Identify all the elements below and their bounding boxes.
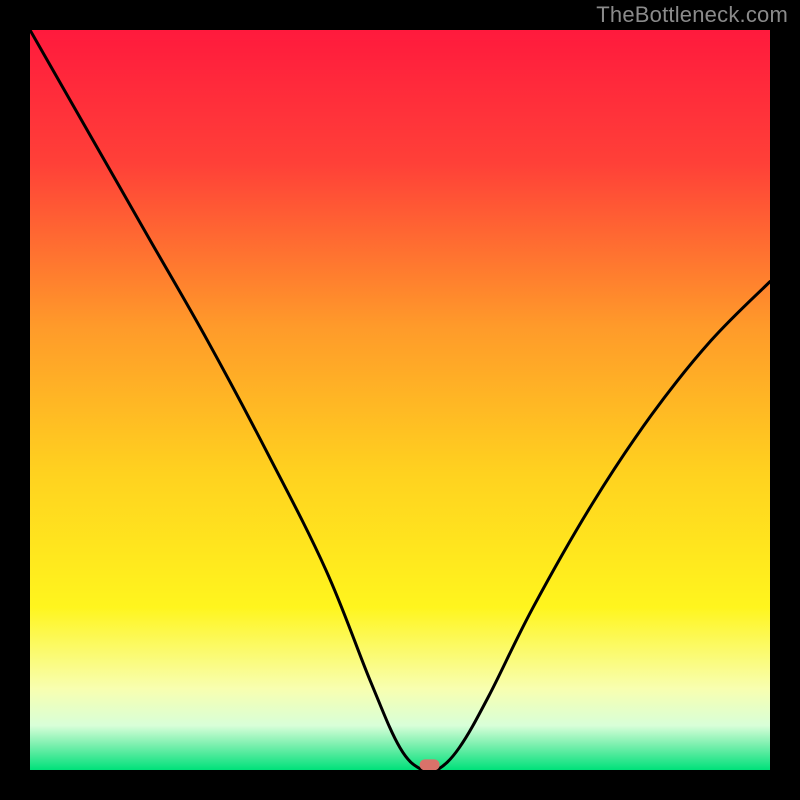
chart-svg — [30, 30, 770, 770]
chart-background-gradient — [30, 30, 770, 770]
watermark-text: TheBottleneck.com — [596, 2, 788, 28]
optimal-point-marker — [420, 759, 440, 770]
chart-plot-area — [30, 30, 770, 770]
chart-frame: TheBottleneck.com — [0, 0, 800, 800]
